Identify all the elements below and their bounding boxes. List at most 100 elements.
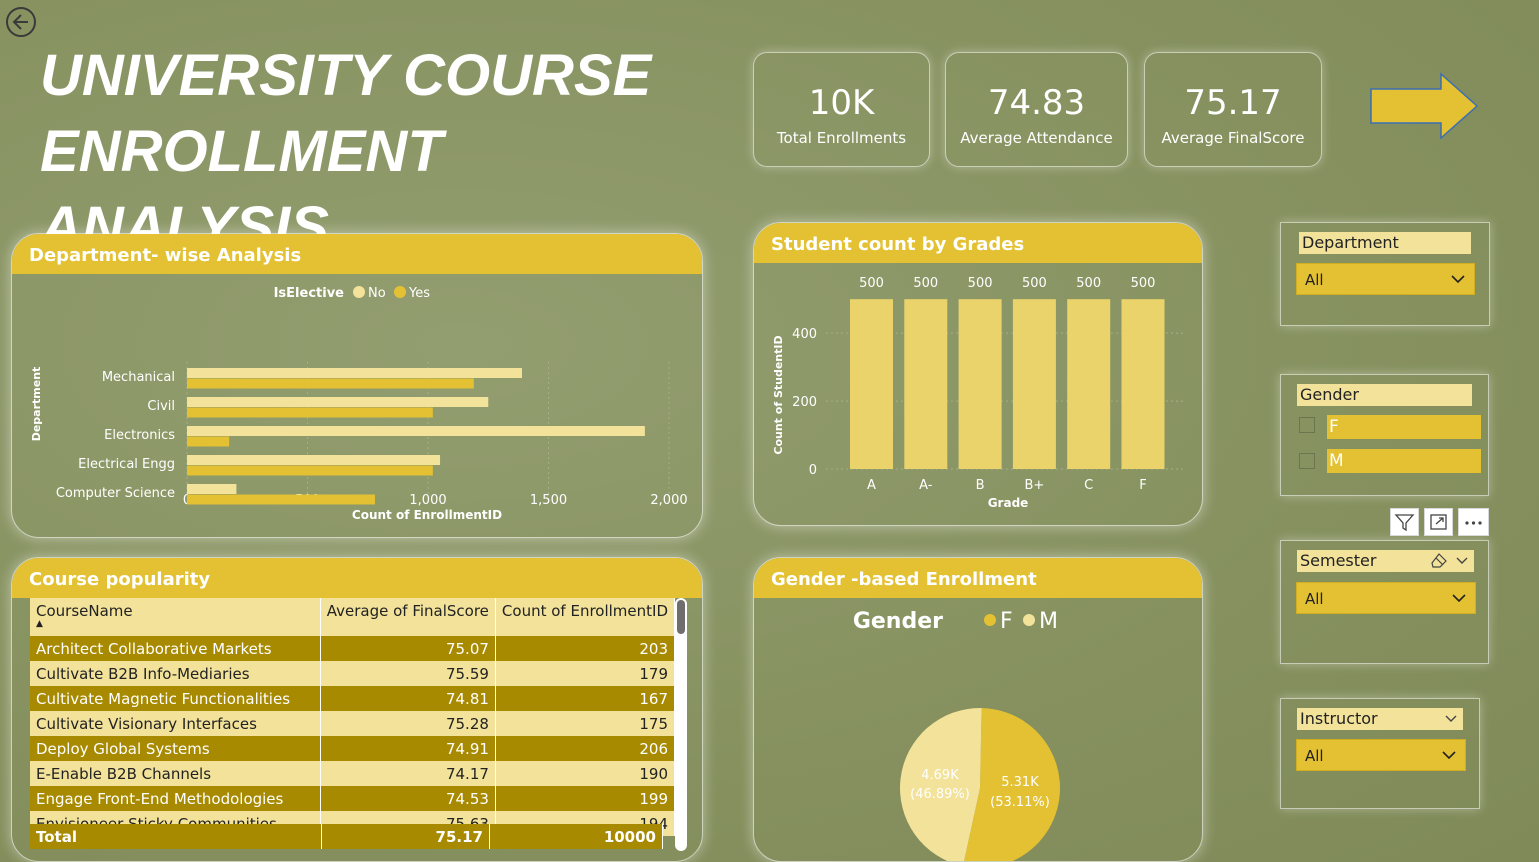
focus-mode-button[interactable] [1424,508,1453,536]
y-tick-label: 0 [809,463,817,478]
kpi-value: 74.83 [987,83,1086,123]
slice-label-f-value: 5.31K [1001,775,1039,790]
chevron-down-icon[interactable] [1454,550,1470,572]
table-row[interactable]: Cultivate Magnetic Functionalities 74.81… [30,686,675,711]
bar-yes[interactable] [187,465,433,476]
x-tick-label: F [1139,478,1146,493]
slicer-title: Gender [1297,384,1472,406]
table-row[interactable]: Engage Front-End Methodologies 74.53 199 [30,786,675,811]
slicer-title: Department [1299,232,1471,254]
cell-count: 167 [495,686,675,711]
table-row[interactable]: Cultivate Visionary Interfaces 75.28 175 [30,711,675,736]
filter-button[interactable] [1390,508,1419,536]
kpi-label: Total Enrollments [776,129,907,147]
column-header-coursename[interactable]: CourseName ▲ [30,598,321,636]
expand-icon [1430,514,1447,530]
semester-dropdown[interactable]: All [1296,582,1476,614]
department-bar-chart[interactable]: IsElective No Yes Department Count of En… [12,274,702,537]
cell-count: 199 [495,786,675,811]
table-row[interactable]: Cultivate B2B Info-Mediaries 75.59 179 [30,661,675,686]
bar-grade[interactable] [904,299,948,469]
x-tick-label: 1,000 [409,493,446,508]
chevron-down-icon [1442,751,1456,760]
legend-label-m: M [1039,609,1058,634]
scrollbar-thumb[interactable] [677,600,685,634]
arrow-left-icon [12,14,28,30]
cell-count: 179 [495,661,675,686]
clear-selections-icon[interactable] [1430,552,1448,570]
bar-grade[interactable] [850,299,893,469]
total-row: Total 75.17 10000 [30,824,663,849]
column-header-count-enrollment[interactable]: Count of EnrollmentID [495,598,675,636]
bar-grade[interactable] [1121,299,1165,469]
slice-label-m-value: 4.69K [921,768,959,783]
gender-pie-chart[interactable]: Gender F M 5.31K (53.11%) 4.69K (46.89%) [754,598,1202,861]
column-header-avg-finalscore[interactable]: Average of FinalScore [320,598,496,636]
total-label: Total [30,824,322,849]
table-row[interactable]: E-Enable B2B Channels 74.17 190 [30,761,675,786]
checkbox[interactable] [1299,417,1315,433]
bar-grade[interactable] [1012,299,1056,469]
page-title: UNIVERSITY COURSE ENROLLMENT ANALYSIS [40,38,740,266]
panel-title: Gender -based Enrollment [754,558,1202,598]
bar-yes[interactable] [187,407,433,418]
bar-no[interactable] [187,397,489,407]
slicer-title-text: Instructor [1300,709,1378,728]
table-row[interactable]: Deploy Global Systems 74.91 206 [30,736,675,761]
cell-course: Deploy Global Systems [30,736,321,761]
cell-course: E-Enable B2B Channels [30,761,321,786]
semester-slicer: Semester All [1280,540,1489,664]
x-tick-label: C [1084,478,1093,493]
kpi-total-enrollments: 10K Total Enrollments [753,52,930,167]
bar-no[interactable] [187,368,522,378]
next-page-button[interactable] [1368,72,1480,144]
kpi-average-attendance: 74.83 Average Attendance [945,52,1128,167]
bar-grade[interactable] [1067,299,1111,469]
y-tick-label: Computer Science [56,486,175,501]
bar-no[interactable] [187,455,441,465]
title-line-1: UNIVERSITY COURSE [40,43,652,108]
course-table: CourseName ▲ Average of FinalScore Count… [30,598,675,836]
instructor-dropdown[interactable]: All [1296,739,1466,771]
cell-avg: 74.91 [320,736,496,761]
bar-no[interactable] [187,484,237,494]
legend-label-f: F [1000,609,1013,634]
cell-count: 175 [495,711,675,736]
slice-label-m-pct: (46.89%) [910,787,970,802]
panel-title: Student count by Grades [754,223,1202,263]
y-axis-label: Count of StudentID [772,335,785,454]
chevron-down-icon [1452,594,1466,603]
bar-yes[interactable] [187,494,375,505]
legend-label-no: No [368,286,386,301]
dropdown-value: All [1305,747,1324,765]
bar-yes[interactable] [187,378,474,389]
legend-swatch-yes [394,286,406,298]
cell-avg: 75.59 [320,661,496,686]
instructor-slicer: Instructor All [1280,698,1480,809]
bar-no[interactable] [187,426,645,436]
x-axis-label: Count of EnrollmentID [352,508,502,522]
checkbox[interactable] [1299,453,1315,469]
legend-swatch-f [984,614,996,626]
table-row[interactable]: Architect Collaborative Markets 75.07 20… [30,636,675,661]
gender-enrollment-panel: Gender -based Enrollment Gender F M 5.31… [753,557,1203,862]
more-options-button[interactable] [1458,508,1489,536]
back-button[interactable] [6,7,36,37]
panel-title: Course popularity [12,558,702,598]
y-tick-label: Civil [147,399,175,414]
department-analysis-panel: Department- wise Analysis IsElective No … [11,233,703,538]
bar-grade[interactable] [958,299,1002,469]
chevron-down-icon[interactable] [1443,708,1459,730]
x-tick-label: A [867,478,876,493]
grades-bar-chart[interactable]: Count of StudentID Grade 0 200 400 500 A 500 A… [754,263,1202,525]
filter-icon [1394,514,1415,532]
table-scrollbar[interactable] [675,598,687,851]
course-popularity-panel: Course popularity CourseName ▲ Average o… [11,557,703,862]
chevron-down-icon [1451,275,1465,284]
cell-avg: 75.28 [320,711,496,736]
bar-yes[interactable] [187,436,230,447]
department-dropdown[interactable]: All [1296,263,1475,295]
panel-title: Department- wise Analysis [12,234,702,274]
kpi-value: 10K [808,83,875,123]
chart-legend: Gender F M [853,609,1058,634]
